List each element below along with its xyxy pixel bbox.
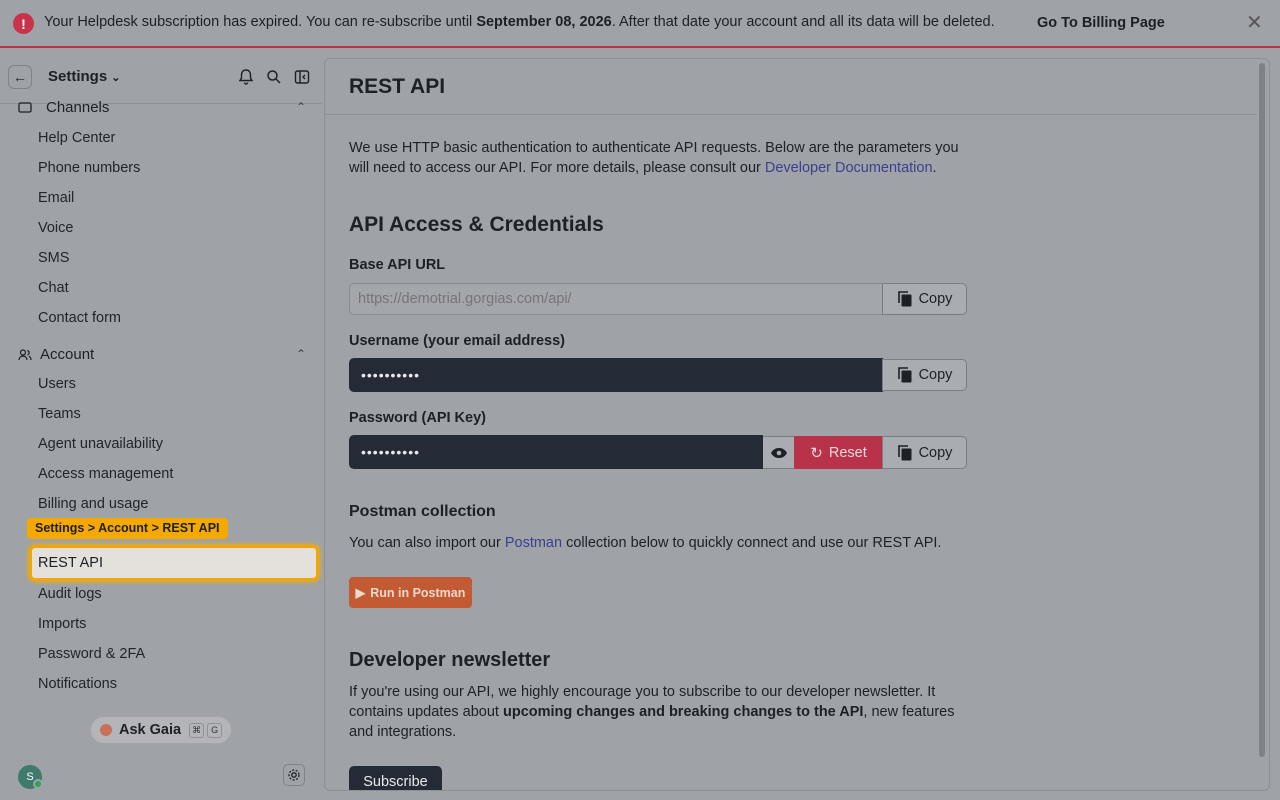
sidebar-item-contact-form[interactable]: Contact form [38, 310, 121, 326]
copy-icon [897, 367, 912, 383]
sidebar-item-voice[interactable]: Voice [38, 220, 73, 236]
subscribe-button[interactable]: Subscribe [349, 766, 442, 790]
copy-password-button[interactable]: Copy [882, 436, 967, 469]
chevron-up-icon[interactable]: ⌃ [296, 100, 306, 114]
ask-gaia-button[interactable]: Ask Gaia ⌘ G [90, 716, 232, 744]
username-label: Username (your email address) [349, 333, 565, 349]
copy-icon [897, 291, 912, 307]
sidebar-item-rest-api[interactable]: REST API [29, 545, 319, 581]
newsletter-heading: Developer newsletter [349, 649, 551, 671]
scrollbar[interactable] [1259, 63, 1265, 757]
postman-link[interactable]: Postman [505, 535, 562, 551]
main-panel: REST API We use HTTP basic authenticatio… [324, 58, 1270, 791]
sidebar-item-help-center[interactable]: Help Center [38, 130, 115, 146]
sidebar-item-notifications[interactable]: Notifications [38, 676, 117, 692]
copy-base-url-button[interactable]: Copy [882, 283, 967, 315]
newsletter-text: If you're using our API, we highly encou… [349, 684, 955, 740]
sidebar-item-password-2fa[interactable]: Password & 2FA [38, 646, 145, 662]
developer-documentation-link[interactable]: Developer Documentation [765, 160, 933, 176]
settings-sidebar: ← Settings ⌄ Channels ⌃ Help Center Phone… [0, 50, 322, 800]
online-status-dot [33, 779, 43, 789]
sidebar-item-users[interactable]: Users [38, 376, 76, 392]
alert-icon: ! [13, 13, 34, 34]
sidebar-item-phone-numbers[interactable]: Phone numbers [38, 160, 140, 176]
sidebar-section-account[interactable]: Account [18, 346, 94, 363]
page-title: REST API [349, 75, 446, 98]
chevron-down-icon: ⌄ [111, 72, 121, 84]
refresh-icon: ↻ [810, 444, 823, 462]
sidebar-item-label: REST API [38, 555, 104, 571]
page-header: REST API [325, 59, 1257, 115]
ask-gaia-label: Ask Gaia [119, 722, 182, 738]
sidebar-item-audit-logs[interactable]: Audit logs [38, 586, 102, 602]
users-icon [18, 348, 32, 360]
gear-icon [288, 769, 300, 781]
close-icon[interactable]: ✕ [1246, 13, 1263, 33]
postman-text: You can also import our Postman collecti… [349, 535, 942, 551]
postman-heading: Postman collection [349, 503, 496, 520]
arrow-left-icon: ← [13, 69, 27, 85]
sidebar-section-channels[interactable]: Channels [18, 99, 109, 116]
reset-api-key-button[interactable]: ↻ Reset [794, 436, 883, 469]
settings-gear-button[interactable] [283, 764, 305, 786]
sidebar-item-access-management[interactable]: Access management [38, 466, 173, 482]
collapse-sidebar-icon[interactable] [293, 68, 311, 86]
banner-date: September 08, 2026 [476, 14, 612, 30]
copy-username-button[interactable]: Copy [882, 359, 967, 391]
command-key-hint: ⌘ [189, 722, 205, 738]
chevron-up-icon[interactable]: ⌃ [296, 347, 306, 361]
sidebar-header: ← Settings ⌄ [0, 50, 322, 104]
sidebar-item-email[interactable]: Email [38, 190, 74, 206]
banner-message: Your Helpdesk subscription has expired. … [44, 14, 995, 30]
username-field[interactable]: •••••••••• [349, 358, 883, 392]
intro-text: We use HTTP basic authentication to auth… [349, 140, 959, 176]
copy-icon [897, 444, 912, 460]
sidebar-item-imports[interactable]: Imports [38, 616, 86, 632]
sidebar-item-billing-and-usage[interactable]: Billing and usage [38, 496, 148, 512]
password-label: Password (API Key) [349, 410, 486, 426]
sidebar-item-chat[interactable]: Chat [38, 280, 69, 296]
subscription-banner: ! Your Helpdesk subscription has expired… [0, 0, 1280, 48]
credentials-heading: API Access & Credentials [349, 213, 604, 236]
sidebar-item-teams[interactable]: Teams [38, 406, 81, 422]
sidebar-item-sms[interactable]: SMS [38, 250, 69, 266]
g-key-hint: G [207, 722, 223, 738]
run-in-postman-button[interactable]: ▶ Run in Postman [349, 577, 472, 608]
breadcrumb: Settings > Account > REST API [27, 518, 228, 539]
base-url-field[interactable] [349, 283, 883, 315]
eye-icon [770, 447, 787, 458]
go-to-billing-link[interactable]: Go To Billing Page [1037, 15, 1165, 31]
sidebar-item-agent-unavailability[interactable]: Agent unavailability [38, 436, 163, 452]
gaia-logo-icon [100, 724, 112, 736]
bell-icon[interactable] [237, 68, 255, 86]
show-password-button[interactable] [763, 436, 795, 469]
search-icon[interactable] [265, 68, 283, 86]
back-button[interactable]: ← [8, 65, 32, 89]
channels-icon [18, 101, 32, 113]
base-url-label: Base API URL [349, 257, 446, 273]
settings-dropdown[interactable]: Settings ⌄ [48, 68, 120, 85]
play-icon: ▶ [355, 586, 366, 600]
password-field[interactable]: •••••••••• [349, 435, 763, 469]
